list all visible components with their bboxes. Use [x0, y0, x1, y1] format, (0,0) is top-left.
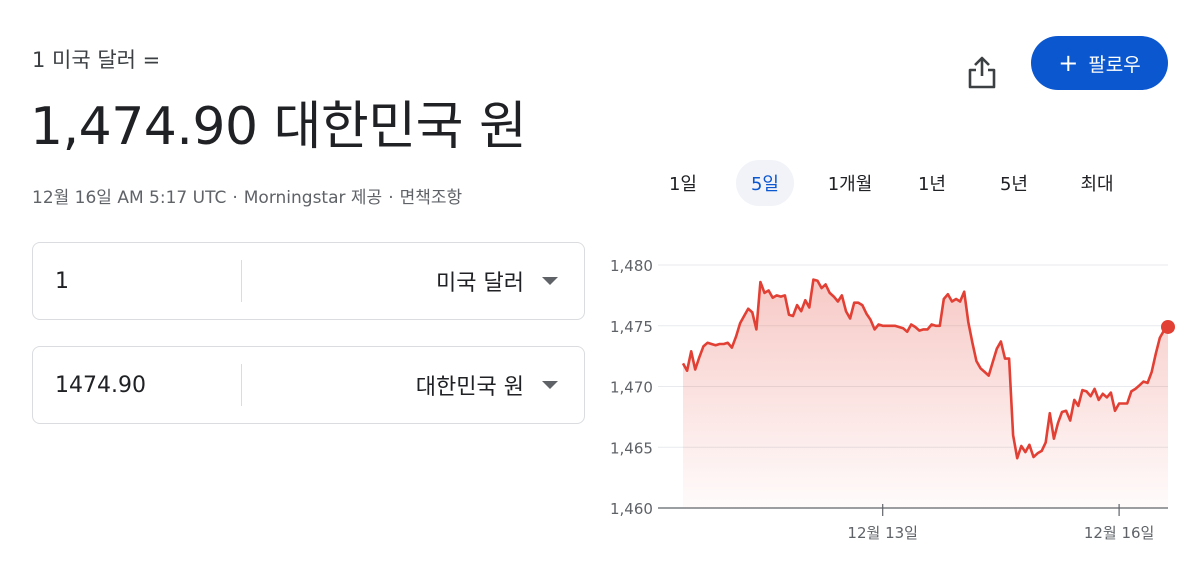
rate-value: 1,474.90 — [30, 97, 258, 157]
source-link[interactable]: Morningstar 제공 — [244, 188, 382, 208]
y-tick-label: 1,470 — [610, 379, 653, 397]
dropdown-arrow-icon — [542, 381, 558, 389]
tab-max[interactable]: 최대 — [1068, 160, 1126, 206]
disclaimer-link[interactable]: 면책조항 — [400, 188, 463, 208]
x-tick-label: 12월 16일 — [1084, 524, 1155, 542]
follow-label: 팔로우 — [1088, 53, 1141, 76]
to-currency-label: 대한민국 원 — [415, 375, 524, 400]
y-tick-label: 1,475 — [610, 318, 653, 336]
tab-5d[interactable]: 5일 — [736, 160, 794, 206]
plus-icon: + — [1058, 49, 1079, 77]
y-tick-label: 1,460 — [610, 500, 653, 518]
from-converter: 미국 달러 — [32, 242, 585, 320]
to-amount-input[interactable] — [33, 372, 241, 398]
follow-button[interactable]: + 팔로우 — [1031, 36, 1168, 90]
rate-currency: 대한민국 원 — [273, 97, 527, 157]
tab-1d[interactable]: 1일 — [658, 160, 708, 206]
tab-5y[interactable]: 5년 — [988, 160, 1040, 206]
range-tabs: 1일 5일 1개월 1년 5년 최대 — [640, 160, 1160, 206]
tab-1y[interactable]: 1년 — [906, 160, 958, 206]
timestamp: 12월 16일 AM 5:17 UTC — [32, 188, 227, 208]
y-tick-label: 1,480 — [610, 257, 653, 275]
share-icon — [968, 56, 996, 89]
rate-chart[interactable]: 1,460 1,465 1,470 1,475 1,480 12월 13일 12월 16일 — [600, 245, 1190, 555]
share-button[interactable] — [958, 48, 1006, 96]
from-amount-input[interactable] — [33, 268, 241, 294]
from-currency-select[interactable]: 미국 달러 — [242, 265, 584, 297]
tab-1m[interactable]: 1개월 — [818, 160, 882, 206]
current-value-dot — [1161, 319, 1175, 334]
to-currency-select[interactable]: 대한민국 원 — [242, 369, 584, 401]
separator: · — [388, 188, 394, 208]
rate-meta: 12월 16일 AM 5:17 UTC · Morningstar 제공 · 면책조항 — [32, 183, 462, 208]
from-currency-label: 미국 달러 — [436, 271, 524, 296]
to-converter: 대한민국 원 — [32, 346, 585, 424]
dropdown-arrow-icon — [542, 277, 558, 285]
exchange-rate: 1,474.90 대한민국 원 — [30, 84, 527, 159]
separator: · — [232, 188, 238, 208]
x-tick-label: 12월 13일 — [847, 524, 918, 542]
conversion-label: 1 미국 달러 = — [32, 48, 161, 72]
y-tick-label: 1,465 — [610, 439, 653, 457]
